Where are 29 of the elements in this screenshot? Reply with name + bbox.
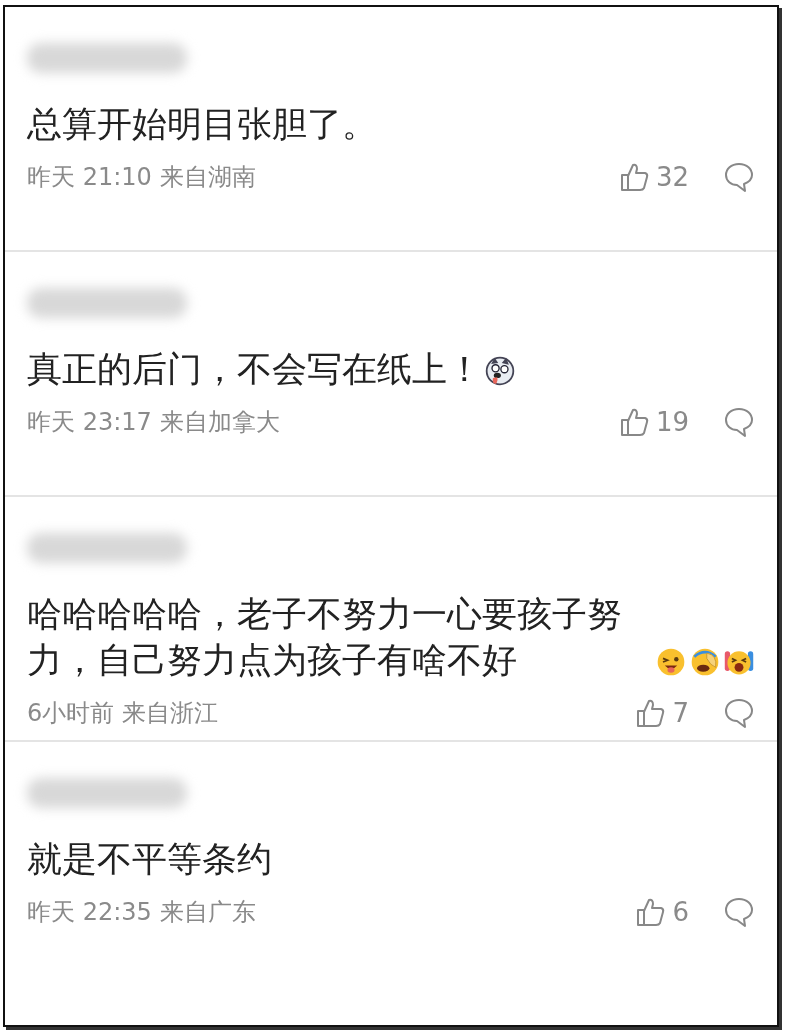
- speech-bubble-icon: [723, 697, 755, 729]
- comment-time: 6小时前: [27, 698, 115, 729]
- speech-bubble-icon: [723, 406, 755, 438]
- like-button[interactable]: 6: [634, 896, 689, 928]
- comment-button[interactable]: [723, 406, 755, 438]
- speech-bubble-icon: [723, 896, 755, 928]
- comment-text: 真正的后门，不会写在纸上！: [27, 348, 482, 391]
- speech-bubble-icon: [723, 161, 755, 193]
- emoji-icon: [689, 646, 721, 678]
- like-button[interactable]: 19: [617, 406, 689, 438]
- comment-location: 来自加拿大: [159, 407, 280, 438]
- emoji-icon: [655, 646, 687, 678]
- comment-text: 哈哈哈哈哈，老子不努力一心要孩子努力，自己努力点为孩子有啥不好: [27, 593, 623, 682]
- like-button[interactable]: 7: [634, 697, 689, 729]
- comment-location: 来自湖南: [159, 162, 256, 193]
- emoji-icon: [484, 355, 516, 387]
- comment-button[interactable]: [723, 161, 755, 193]
- comment-time: 昨天 23:17: [27, 407, 152, 438]
- comment-text: 总算开始明目张胆了。: [27, 103, 377, 146]
- comment-time: 昨天 21:10: [27, 162, 152, 193]
- comment-time: 昨天 22:35: [27, 897, 152, 928]
- comment-location: 来自广东: [159, 897, 256, 928]
- thumbs-up-icon: [634, 697, 667, 729]
- like-button[interactable]: 32: [617, 161, 689, 193]
- comment-location: 来自浙江: [122, 698, 219, 729]
- comment-button[interactable]: [723, 896, 755, 928]
- thumbs-up-icon: [634, 896, 667, 928]
- comment-text: 就是不平等条约: [27, 838, 272, 881]
- comment-button[interactable]: [723, 697, 755, 729]
